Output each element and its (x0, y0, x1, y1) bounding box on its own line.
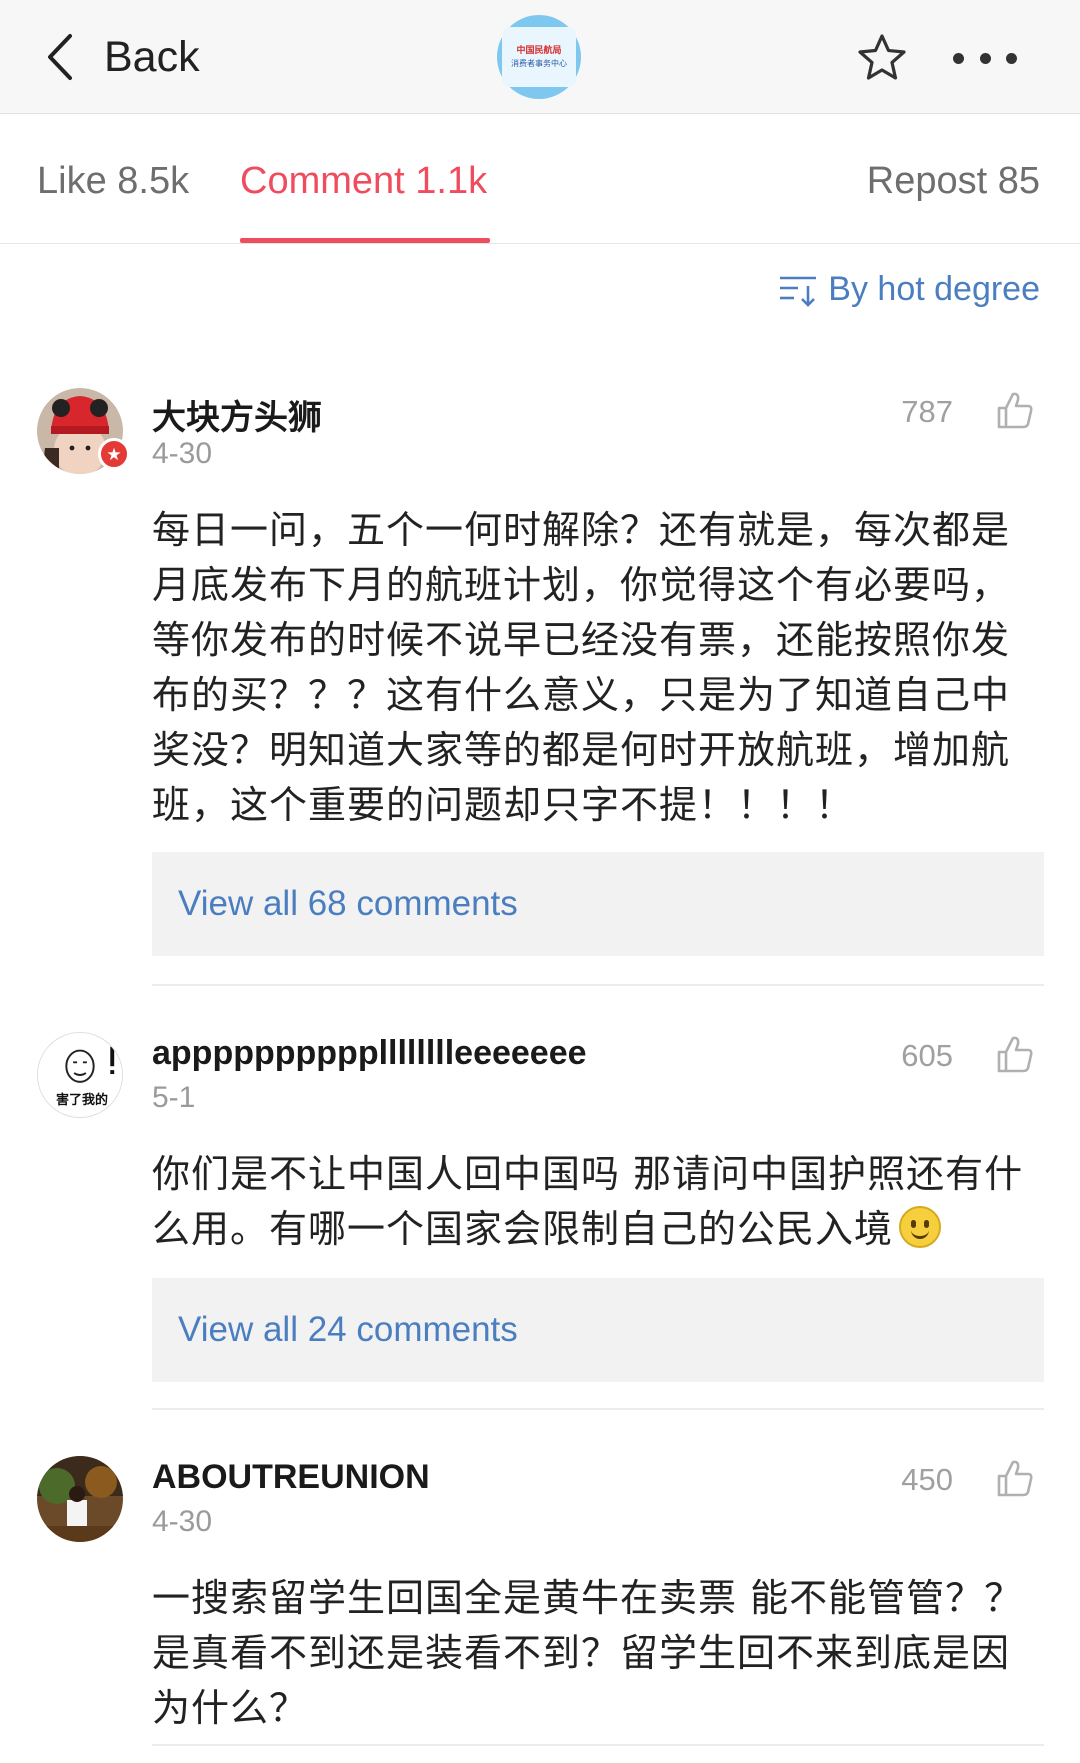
comment-text: 一搜索留学生回国全是黄牛在卖票 能不能管管？？是真看不到还是装看不到？留学生回不… (152, 1576, 1024, 1730)
active-tab-indicator (240, 238, 490, 243)
comment-date: 4-30 (152, 1505, 213, 1538)
chevron-left-icon (48, 34, 72, 80)
like-count: 605 (901, 1038, 953, 1073)
sort-icon (780, 276, 817, 307)
verified-badge-icon: ★ (98, 438, 130, 470)
comment-text: 你们是不让中国人回中国吗 那请问中国护照还有什么用。有哪一个国家会限制自己的公民… (152, 1147, 1047, 1257)
like-count: 787 (901, 394, 953, 429)
top-nav-bar: Back 中国民航局 消费者事务中心 (0, 0, 1080, 114)
view-all-replies-button[interactable]: View all 68 comments (152, 852, 1044, 956)
avatar[interactable]: 害了我的 (37, 1032, 123, 1118)
thumb-up-icon[interactable] (995, 1458, 1035, 1498)
comment-username[interactable]: 大块方头狮 (152, 390, 322, 439)
comment-date: 4-30 (152, 437, 213, 470)
divider (152, 1744, 1044, 1746)
back-label: Back (104, 32, 200, 81)
avatar[interactable] (37, 1456, 123, 1542)
tab-like[interactable]: Like 8.5k (37, 160, 189, 203)
sort-button[interactable]: By hot degree (778, 270, 1040, 309)
tab-comment[interactable]: Comment 1.1k (240, 160, 487, 203)
view-all-replies-button[interactable]: View all 24 comments (152, 1278, 1044, 1382)
more-dots-icon[interactable] (953, 50, 1017, 66)
thumb-up-icon[interactable] (995, 1034, 1035, 1074)
view-all-label: View all 24 comments (178, 1310, 518, 1349)
comment-username[interactable]: ABOUTREUNION (152, 1458, 430, 1497)
logo-badge: 中国民航局 消费者事务中心 (502, 27, 576, 87)
comment-text: 每日一问，五个一何时解除？还有就是，每次都是月底发布下月的航班计划，你觉得这个有… (152, 508, 1011, 827)
comment-date: 5-1 (152, 1081, 196, 1114)
view-all-label: View all 68 comments (178, 884, 518, 923)
avatar-caption: 害了我的 (56, 1093, 109, 1108)
comment-username[interactable]: apppppppppplllllllleeeeeee (152, 1034, 587, 1073)
like-count: 450 (901, 1462, 953, 1497)
logo-line-1: 中国民航局 (516, 45, 562, 56)
divider (152, 1408, 1044, 1410)
tab-repost[interactable]: Repost 85 (867, 160, 1040, 203)
sort-label: By hot degree (828, 270, 1040, 308)
back-button[interactable]: Back (44, 28, 200, 86)
star-icon[interactable] (856, 32, 908, 84)
account-logo[interactable]: 中国民航局 消费者事务中心 (497, 15, 581, 99)
thumb-up-icon[interactable] (995, 390, 1035, 430)
logo-line-2: 消费者事务中心 (511, 58, 567, 68)
tab-bar: Like 8.5k Comment 1.1k Repost 85 (0, 114, 1080, 244)
comment-text-content: 你们是不让中国人回中国吗 那请问中国护照还有什么用。有哪一个国家会限制自己的公民… (152, 1152, 1024, 1251)
divider (152, 984, 1044, 986)
smile-emoji-icon (899, 1206, 942, 1248)
